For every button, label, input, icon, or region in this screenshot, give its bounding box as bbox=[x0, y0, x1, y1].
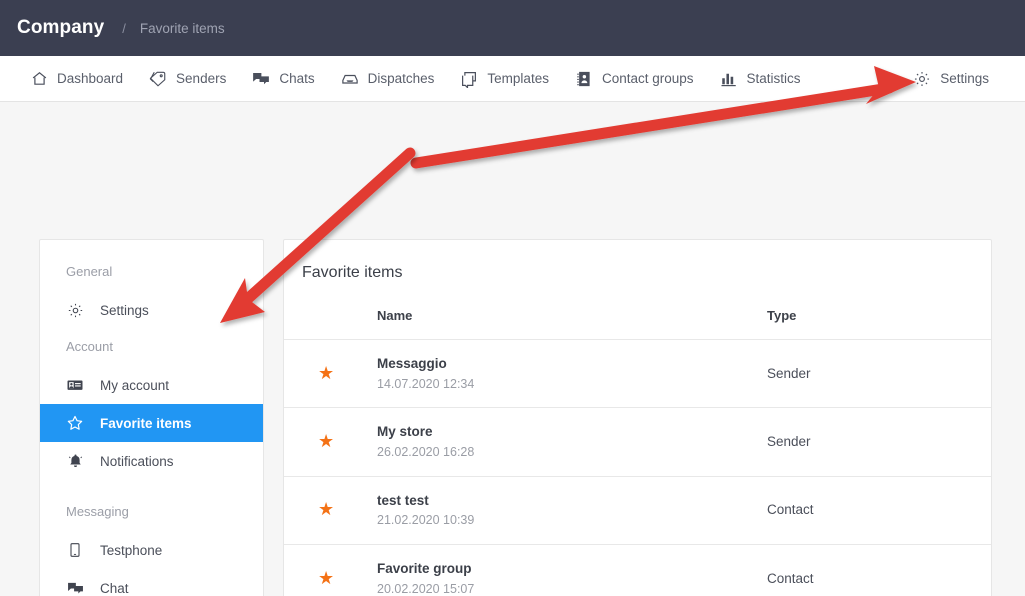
nav-item-statistics[interactable]: Statistics bbox=[720, 70, 801, 88]
sidebar-item-label: Testphone bbox=[100, 542, 163, 558]
template-icon bbox=[460, 70, 478, 88]
nav-item-chats[interactable]: Chats bbox=[252, 70, 315, 88]
star-icon[interactable]: ★ bbox=[284, 500, 334, 518]
row-name: My store bbox=[377, 424, 433, 440]
table-row[interactable]: ★ Favorite group 20.02.2020 15:07 Contac… bbox=[284, 544, 991, 596]
nav-label: Templates bbox=[487, 71, 549, 86]
nav-item-dispatches[interactable]: Dispatches bbox=[341, 70, 435, 88]
bell-icon bbox=[66, 452, 84, 470]
row-favorite-cell: ★ bbox=[284, 544, 377, 596]
main-navigation: Dashboard Senders Chats Dispatches Templ… bbox=[0, 56, 1025, 102]
sidebar-item-chat[interactable]: Chat bbox=[40, 569, 263, 596]
top-header: Company / Favorite items bbox=[0, 0, 1025, 56]
row-name: Favorite group bbox=[377, 560, 472, 576]
sidebar-item-label: Settings bbox=[100, 302, 149, 318]
sidebar-item-label: Chat bbox=[100, 580, 129, 596]
nav-label: Statistics bbox=[746, 71, 801, 86]
star-icon[interactable]: ★ bbox=[284, 432, 334, 450]
home-icon bbox=[30, 70, 48, 88]
nav-label: Contact groups bbox=[601, 71, 694, 86]
row-type: Contact bbox=[767, 570, 814, 586]
table-body: ★ Messaggio 14.07.2020 12:34 Sender ★ My… bbox=[284, 339, 991, 596]
row-date: 20.02.2020 15:07 bbox=[377, 581, 475, 596]
col-header-type: Type bbox=[767, 302, 991, 340]
sidebar-item-label: Favorite items bbox=[100, 415, 192, 431]
table-row[interactable]: ★ test test 21.02.2020 10:39 Contact bbox=[284, 476, 991, 545]
sidebar-group-general: General bbox=[66, 264, 113, 279]
table-row[interactable]: ★ My store 26.02.2020 16:28 Sender bbox=[284, 407, 991, 477]
breadcrumb-separator: / bbox=[122, 20, 126, 36]
row-favorite-cell: ★ bbox=[284, 407, 377, 477]
row-type: Sender bbox=[767, 433, 811, 449]
tag-icon bbox=[149, 70, 167, 88]
row-type-cell: Sender bbox=[767, 339, 991, 409]
sidebar-item-label: My account bbox=[100, 377, 170, 393]
chats-icon bbox=[66, 579, 84, 596]
nav-label: Dashboard bbox=[57, 71, 124, 86]
page-title: Favorite items bbox=[302, 264, 403, 281]
settings-sidebar: General Settings Account My account Favo… bbox=[39, 239, 264, 596]
nav-item-templates[interactable]: Templates bbox=[460, 70, 549, 88]
brand-title: Company bbox=[17, 17, 105, 38]
row-type-cell: Contact bbox=[767, 476, 991, 545]
row-date: 21.02.2020 10:39 bbox=[377, 513, 475, 528]
inbox-icon bbox=[341, 70, 359, 88]
row-type-cell: Sender bbox=[767, 407, 991, 477]
sidebar-item-notifications[interactable]: Notifications bbox=[40, 442, 263, 480]
nav-label: Senders bbox=[176, 71, 227, 86]
row-name-cell: My store 26.02.2020 16:28 bbox=[377, 407, 767, 477]
row-favorite-cell: ★ bbox=[284, 339, 377, 409]
star-icon[interactable]: ★ bbox=[284, 364, 334, 382]
row-date: 26.02.2020 16:28 bbox=[377, 444, 475, 459]
table-row[interactable]: ★ Messaggio 14.07.2020 12:34 Sender bbox=[284, 339, 991, 409]
nav-label: Chats bbox=[279, 71, 315, 86]
row-type-cell: Contact bbox=[767, 544, 991, 596]
sidebar-item-label: Notifications bbox=[100, 453, 174, 469]
col-header-favorite bbox=[284, 302, 377, 340]
sidebar-item-my-account[interactable]: My account bbox=[40, 366, 263, 404]
nav-item-dashboard[interactable]: Dashboard bbox=[30, 70, 123, 88]
favorite-items-table: Name Type ★ Messaggio 14.07.2020 12:34 S… bbox=[284, 302, 991, 596]
nav-label: Settings bbox=[940, 71, 989, 86]
breadcrumb-current: Favorite items bbox=[139, 20, 225, 36]
chats-icon bbox=[252, 70, 270, 88]
table-header-row: Name Type bbox=[284, 302, 991, 340]
sidebar-item-favorite-items[interactable]: Favorite items bbox=[40, 404, 263, 442]
row-name: Messaggio bbox=[377, 356, 447, 371]
app-root: Company / Favorite items Dashboard Sende… bbox=[0, 0, 1025, 596]
gear-icon bbox=[66, 301, 84, 319]
sidebar-item-settings[interactable]: Settings bbox=[40, 291, 263, 329]
nav-item-senders[interactable]: Senders bbox=[149, 70, 226, 88]
contact-card-icon bbox=[575, 70, 593, 88]
star-icon bbox=[66, 414, 84, 432]
favorite-items-card: Favorite items Name Type ★ Messaggio 14.… bbox=[283, 239, 992, 596]
row-name: test test bbox=[377, 492, 429, 508]
sidebar-group-messaging: Messaging bbox=[66, 504, 129, 519]
nav-item-contact-groups[interactable]: Contact groups bbox=[575, 70, 694, 88]
row-name-cell: Messaggio 14.07.2020 12:34 bbox=[377, 339, 767, 409]
table-head: Name Type bbox=[284, 302, 991, 340]
row-favorite-cell: ★ bbox=[284, 476, 377, 545]
id-card-icon bbox=[66, 376, 84, 394]
sidebar-item-testphone[interactable]: Testphone bbox=[40, 531, 263, 569]
col-header-name: Name bbox=[377, 302, 767, 340]
row-type: Sender bbox=[767, 365, 811, 381]
row-name-cell: test test 21.02.2020 10:39 bbox=[377, 476, 767, 545]
gear-icon bbox=[913, 70, 931, 88]
phone-icon bbox=[66, 541, 84, 559]
star-icon[interactable]: ★ bbox=[284, 569, 334, 587]
row-date: 14.07.2020 12:34 bbox=[377, 376, 475, 391]
row-type: Contact bbox=[767, 502, 814, 518]
bar-chart-icon bbox=[720, 70, 738, 88]
nav-item-settings[interactable]: Settings bbox=[913, 70, 989, 88]
nav-label: Dispatches bbox=[367, 71, 435, 86]
sidebar-group-account: Account bbox=[66, 339, 113, 354]
row-name-cell: Favorite group 20.02.2020 15:07 bbox=[377, 544, 767, 596]
page-body: General Settings Account My account Favo… bbox=[0, 102, 1025, 596]
